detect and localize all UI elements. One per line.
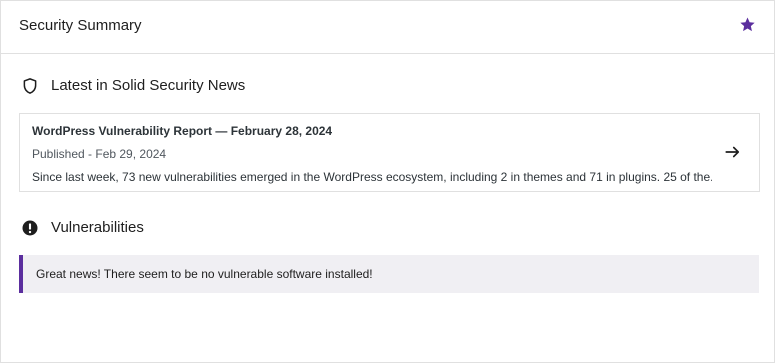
vulnerabilities-notice: Great news! There seem to be no vulnerab… (19, 255, 759, 293)
news-item-title[interactable]: WordPress Vulnerability Report — Februar… (32, 123, 332, 139)
card-title: Security Summary (19, 17, 142, 34)
exclamation-circle-icon (21, 219, 39, 237)
news-item-date: Published - Feb 29, 2024 (32, 147, 167, 161)
star-icon[interactable] (739, 16, 756, 33)
card-header: Security Summary (1, 1, 774, 54)
arrow-right-icon[interactable] (724, 143, 742, 161)
news-item-excerpt: Since last week, 73 new vulnerabilities … (32, 170, 712, 184)
vulnerabilities-heading-label: Vulnerabilities (51, 219, 144, 236)
news-heading-label: Latest in Solid Security News (51, 77, 246, 94)
news-heading: Latest in Solid Security News (21, 75, 245, 97)
security-summary-card: Security Summary Latest in Solid Securit… (0, 0, 775, 363)
shield-icon (21, 77, 39, 95)
notice-text: Great news! There seem to be no vulnerab… (36, 267, 373, 281)
news-item[interactable]: WordPress Vulnerability Report — Februar… (19, 113, 760, 192)
vulnerabilities-heading: Vulnerabilities (21, 217, 144, 239)
